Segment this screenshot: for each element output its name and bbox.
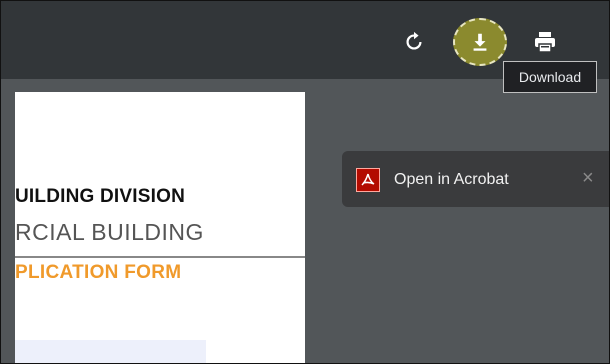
download-button[interactable]	[453, 18, 507, 66]
form-field[interactable]	[15, 340, 206, 363]
print-icon	[535, 32, 555, 53]
acrobat-icon	[356, 168, 380, 192]
print-button[interactable]	[528, 27, 562, 57]
rotate-button[interactable]	[399, 27, 429, 57]
close-icon[interactable]: ×	[582, 167, 594, 189]
document-heading-division: UILDING DIVISION	[15, 186, 185, 207]
pdf-page: UILDING DIVISION RCIAL BUILDING PLICATIO…	[15, 92, 305, 363]
open-in-acrobat-label: Open in Acrobat	[394, 171, 509, 188]
download-tooltip: Download	[503, 61, 597, 93]
document-heading-commercial: RCIAL BUILDING	[15, 219, 204, 245]
pdf-viewer: Download UILDING DIVISION RCIAL BUILDING…	[0, 0, 610, 364]
open-in-acrobat-banner[interactable]: Open in Acrobat ×	[342, 151, 609, 207]
rotate-icon	[406, 31, 422, 50]
heading-divider	[15, 256, 305, 258]
download-icon	[473, 33, 487, 51]
document-heading-form: PLICATION FORM	[15, 262, 182, 283]
